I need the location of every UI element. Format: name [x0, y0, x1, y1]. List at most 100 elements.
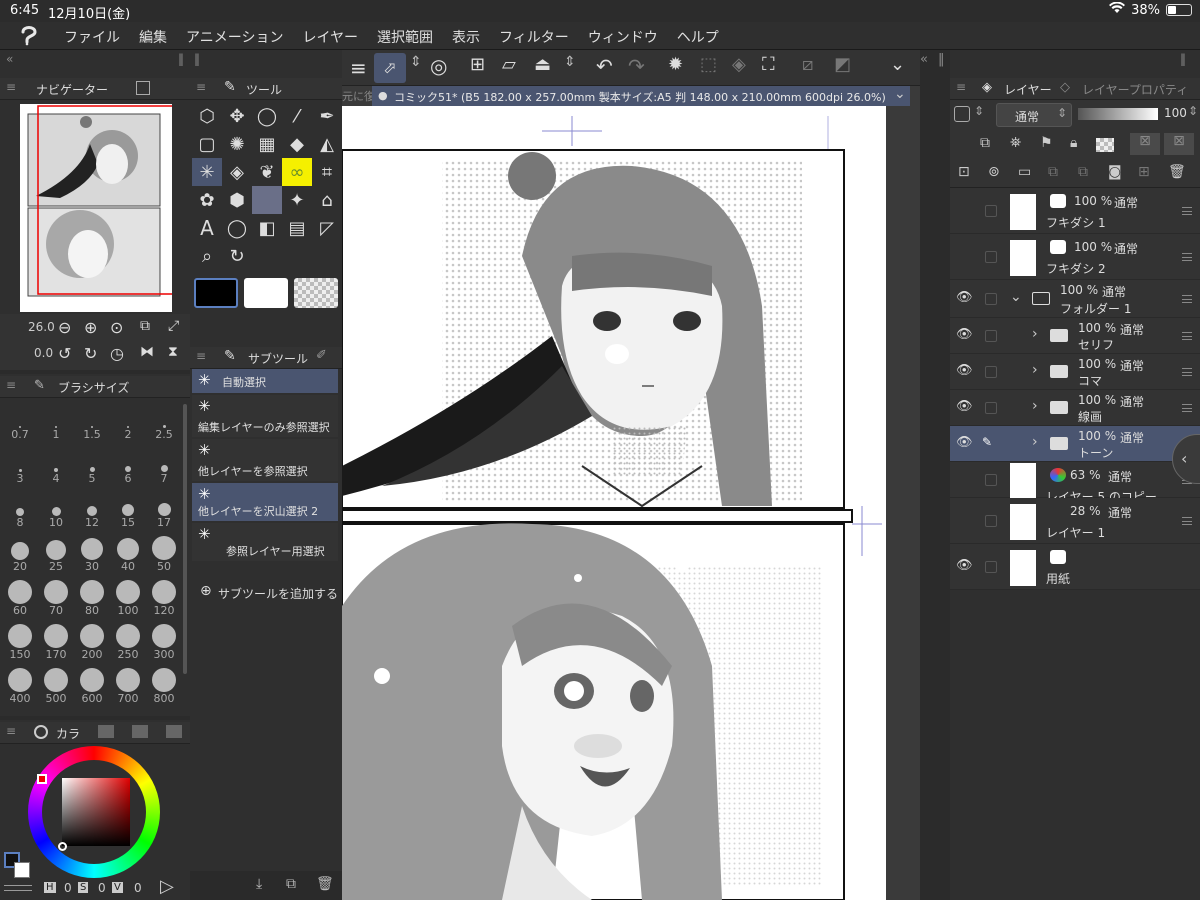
- clear-selection-icon[interactable]: ⧄: [802, 54, 813, 75]
- fill-bucket-icon[interactable]: ◈: [732, 54, 746, 75]
- draft-layer-icon[interactable]: ⚑: [1040, 135, 1053, 151]
- brush-size-cell[interactable]: 600: [74, 666, 110, 706]
- fit-window-icon[interactable]: ⤢: [168, 318, 179, 334]
- chevron-updown-icon[interactable]: ⇕: [410, 54, 422, 70]
- rotate-left-icon[interactable]: ↺: [58, 344, 71, 363]
- clip-icon[interactable]: ⧉: [980, 135, 990, 151]
- mask-apply-icon[interactable]: ⊞: [1138, 164, 1150, 180]
- lock-icon[interactable]: 🔒︎: [1070, 135, 1077, 151]
- brush-size-cell[interactable]: 200: [74, 622, 110, 662]
- reset-rotation-icon[interactable]: ◷: [110, 344, 124, 363]
- drag-handle-icon[interactable]: [1182, 332, 1192, 340]
- drag-handle-icon[interactable]: [1182, 295, 1192, 303]
- transparent-color-icon[interactable]: [4, 885, 32, 891]
- brush-size-cell[interactable]: 10: [38, 490, 74, 530]
- visibility-eye-icon[interactable]: [956, 202, 972, 218]
- brush-size-cell[interactable]: 500: [38, 666, 74, 706]
- menu-item[interactable]: 編集: [139, 27, 167, 47]
- drag-handle-icon[interactable]: [1182, 404, 1192, 412]
- chevron-down-icon[interactable]: ⌄: [894, 86, 906, 102]
- subtool-item[interactable]: ✳ 他レイヤーを参照選択: [192, 439, 338, 481]
- lasso-tool-icon[interactable]: ◯: [252, 102, 282, 130]
- menu-item[interactable]: アニメーション: [186, 27, 283, 47]
- zoom-in-icon[interactable]: ⊕: [84, 318, 97, 337]
- move-tool-icon[interactable]: ✥: [222, 102, 252, 130]
- brush-size-cell[interactable]: 120: [146, 578, 182, 618]
- chevron-updown-icon[interactable]: ⇕: [564, 54, 576, 70]
- layer-row[interactable]: 👁︎ ✎ › 100 % 通常 トーン: [950, 426, 1200, 462]
- merge-layer-icon[interactable]: ⧉: [1078, 164, 1088, 180]
- gradient-tool-icon[interactable]: [252, 186, 282, 214]
- brush-size-cell[interactable]: 6: [110, 446, 146, 486]
- brush-size-cell[interactable]: 4: [38, 446, 74, 486]
- color-slider-tab-icon[interactable]: [132, 725, 148, 738]
- subtool-tab[interactable]: サブツール: [248, 350, 308, 367]
- brush-size-cell[interactable]: 300: [146, 622, 182, 662]
- ruler-tool-icon[interactable]: ◸: [312, 214, 342, 242]
- transform-icon[interactable]: ⛶: [762, 54, 775, 75]
- object-tool-icon[interactable]: ⬡: [192, 102, 222, 130]
- manga-page[interactable]: [342, 106, 886, 900]
- flip-vertical-icon[interactable]: ⧗: [168, 344, 178, 360]
- layer-checkbox[interactable]: [985, 515, 997, 527]
- layer-row[interactable]: 👁︎ › 100 % 通常 線画: [950, 390, 1200, 426]
- actual-size-icon[interactable]: ⧉: [140, 318, 150, 334]
- panel-grip-icon[interactable]: ‖: [194, 52, 200, 66]
- new-raster-layer-icon[interactable]: ⊡: [958, 164, 970, 180]
- selection-dotted-icon[interactable]: ⬚: [700, 54, 717, 75]
- brush-size-cell[interactable]: 70: [38, 578, 74, 618]
- fill-tool-icon[interactable]: ◈: [222, 158, 252, 186]
- drag-handle-icon[interactable]: [1182, 368, 1192, 376]
- scrollbar[interactable]: [183, 404, 187, 674]
- opacity-slider[interactable]: [1078, 108, 1158, 120]
- gradient-fill-tool-icon[interactable]: ◧: [252, 214, 282, 242]
- copy-layer-icon[interactable]: ⧉: [1048, 164, 1058, 180]
- app-logo-icon[interactable]: [18, 24, 42, 46]
- decoration-tool-icon[interactable]: ▦: [252, 130, 282, 158]
- menu-item[interactable]: 選択範囲: [377, 27, 433, 47]
- layer-row[interactable]: 👁︎ ⌄ 100 % 通常 フォルダー 1: [950, 280, 1200, 318]
- brushsize-tab[interactable]: ブラシサイズ: [58, 379, 129, 396]
- sparkle-tool-icon[interactable]: ✺: [222, 130, 252, 158]
- layer-row[interactable]: 100 % 通常 フキダシ 1: [950, 188, 1200, 234]
- pattern-tool-icon[interactable]: ⌗: [312, 158, 342, 186]
- brush-size-cell[interactable]: 2: [110, 402, 146, 442]
- panel-menu-icon[interactable]: ≡: [196, 349, 206, 363]
- tab-icon[interactable]: [136, 81, 150, 95]
- layer-row[interactable]: 👁︎ › 100 % 通常 セリフ: [950, 318, 1200, 354]
- brush-size-cell[interactable]: 17: [146, 490, 182, 530]
- layer-checkbox[interactable]: [985, 251, 997, 263]
- tool-tab[interactable]: ツール: [246, 81, 282, 98]
- collapse-right-icon[interactable]: «: [920, 52, 928, 67]
- brush-size-cell[interactable]: 1: [38, 402, 74, 442]
- drag-handle-icon[interactable]: [1182, 253, 1192, 261]
- opacity-value[interactable]: 100: [1164, 106, 1187, 120]
- panel-grip-icon[interactable]: ‖: [1180, 52, 1186, 66]
- rotate-right-icon[interactable]: ↻: [84, 344, 97, 363]
- visibility-eye-icon[interactable]: [956, 512, 972, 528]
- gear-tool-icon[interactable]: ✿: [192, 186, 222, 214]
- lock-transparency-icon[interactable]: [1096, 138, 1114, 152]
- subtool-item[interactable]: ✳ 自動選択: [192, 369, 338, 393]
- canvas-area[interactable]: [342, 106, 920, 900]
- panel-grip-icon[interactable]: ‖: [178, 52, 184, 66]
- open-folder-icon[interactable]: ▱: [502, 54, 516, 75]
- menu-item[interactable]: ファイル: [64, 27, 120, 47]
- panel-menu-icon[interactable]: ≡: [6, 80, 16, 94]
- text-tool-icon[interactable]: A: [192, 214, 222, 242]
- color-wheel-tab-icon[interactable]: [34, 725, 48, 739]
- layer-checkbox[interactable]: [985, 293, 997, 305]
- new-vector-layer-icon[interactable]: ⊚: [988, 164, 1000, 180]
- subtool-item[interactable]: ✳ 他レイヤーを沢山選択 2: [192, 483, 338, 521]
- menu-item[interactable]: レイヤー: [302, 27, 358, 47]
- visibility-eye-icon[interactable]: [956, 471, 972, 487]
- layer-row[interactable]: 👁︎ 用紙: [950, 544, 1200, 590]
- drag-handle-icon[interactable]: [1182, 517, 1192, 525]
- brush-size-cell[interactable]: 15: [110, 490, 146, 530]
- undo-icon[interactable]: ↶: [596, 54, 613, 78]
- navigator-tab[interactable]: ナビゲーター: [36, 81, 108, 98]
- brush-size-cell[interactable]: 170: [38, 622, 74, 662]
- zoom-out-icon[interactable]: ⊖: [58, 318, 71, 337]
- brush-size-cell[interactable]: 250: [110, 622, 146, 662]
- panel-menu-icon[interactable]: ≡: [6, 378, 16, 392]
